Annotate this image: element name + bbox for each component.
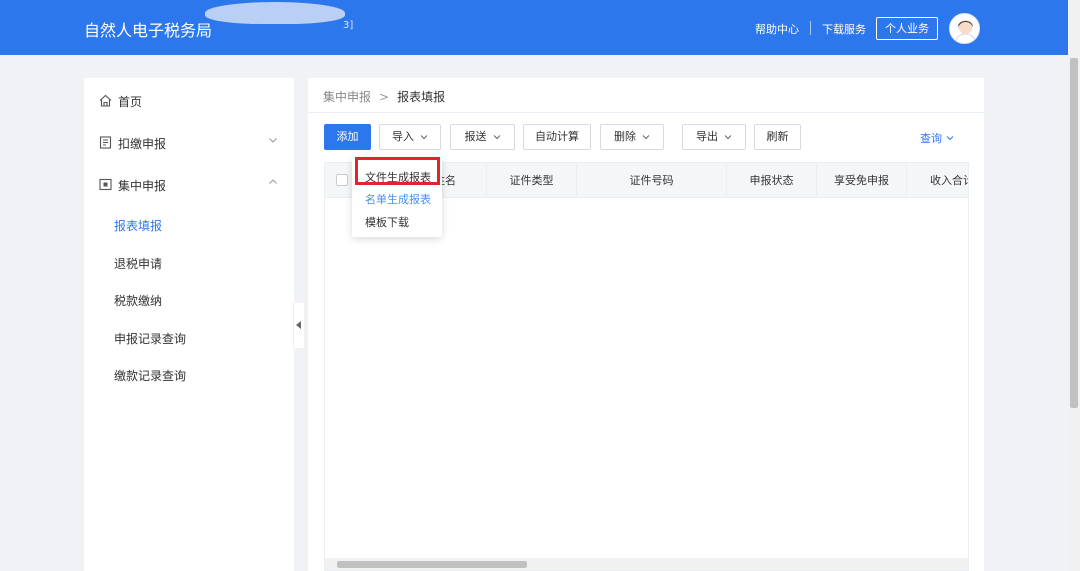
column-header-id-number[interactable]: 证件号码 <box>577 163 727 198</box>
breadcrumb-parent[interactable]: 集中申报 <box>323 90 371 104</box>
submit-label: 报送 <box>464 130 487 143</box>
header-divider <box>810 21 811 35</box>
download-service-link[interactable]: 下载服务 <box>822 21 866 37</box>
chevron-down-icon <box>493 135 500 140</box>
add-button[interactable]: 添加 <box>324 124 371 150</box>
submit-button[interactable]: 报送 <box>450 124 515 150</box>
site-title: 自然人电子税务局 <box>84 21 213 40</box>
sidebar-item-label: 首页 <box>118 95 143 109</box>
sidebar-subitem-refund[interactable]: 退税申请 <box>114 255 162 272</box>
document-icon <box>99 136 112 149</box>
sidebar-subitem-declaration-records[interactable]: 申报记录查询 <box>114 330 186 347</box>
breadcrumb: 集中申报 > 报表填报 <box>323 88 445 105</box>
chevron-down-icon <box>946 136 953 141</box>
sidebar-subitem-payment-records[interactable]: 缴款记录查询 <box>114 367 186 384</box>
help-center-link[interactable]: 帮助中心 <box>755 21 799 37</box>
chevron-down-icon <box>420 135 428 140</box>
chevron-down-icon <box>642 135 650 140</box>
page-scrollbar-thumb[interactable] <box>1070 58 1078 408</box>
column-header-income-total[interactable]: 收入合计 <box>907 163 968 198</box>
blurred-text: 3] <box>343 20 354 31</box>
table-scrollbar-thumb[interactable] <box>337 561 527 568</box>
home-icon <box>99 94 112 107</box>
sidebar-item-centralized[interactable]: 集中申报 <box>84 170 294 200</box>
column-header-exempt[interactable]: 享受免申报 <box>817 163 907 198</box>
main-panel: 集中申报 > 报表填报 添加 导入 报送 自动计算 删除 导出 刷新 查询 姓名 证… <box>308 78 984 571</box>
sidebar-item-label: 集中申报 <box>118 179 167 193</box>
top-header: 自然人电子税务局 3] 帮助中心 下载服务 个人业务 <box>0 0 1068 55</box>
auto-calculate-button[interactable]: 自动计算 <box>523 124 591 150</box>
sidebar-item-home[interactable]: 首页 <box>84 86 294 116</box>
delete-button[interactable]: 删除 <box>600 124 664 150</box>
query-toggle[interactable]: 查询 <box>920 130 954 146</box>
column-header-id-type[interactable]: 证件类型 <box>487 163 577 198</box>
breadcrumb-current: 报表填报 <box>397 90 446 104</box>
menu-item-template-download[interactable]: 模板下载 <box>365 214 409 230</box>
avatar[interactable] <box>949 13 980 44</box>
page-scrollbar[interactable] <box>1068 0 1080 571</box>
import-button[interactable]: 导入 <box>379 124 441 150</box>
select-all-checkbox[interactable] <box>336 174 348 186</box>
export-button[interactable]: 导出 <box>682 124 746 150</box>
breadcrumb-separator: > <box>379 90 390 104</box>
personal-business-button[interactable]: 个人业务 <box>876 17 938 40</box>
caret-left-icon <box>296 321 301 329</box>
highlight-annotation-box <box>355 157 440 185</box>
chevron-down-icon <box>724 135 732 140</box>
delete-label: 删除 <box>614 130 636 143</box>
menu-item-list-generate[interactable]: 名单生成报表 <box>365 191 431 207</box>
report-icon <box>99 178 112 191</box>
sidebar-item-label: 扣缴申报 <box>118 137 167 151</box>
sidebar-subitem-report-fill[interactable]: 报表填报 <box>114 217 162 234</box>
chevron-up-icon <box>269 179 277 184</box>
refresh-button[interactable]: 刷新 <box>754 124 801 150</box>
blurred-overlay <box>205 2 345 24</box>
sidebar-subitem-tax-payment[interactable]: 税款缴纳 <box>114 292 162 309</box>
query-label: 查询 <box>920 132 942 145</box>
sidebar: 首页 扣缴申报 集中申报 报表填报 退税申请 税款缴纳 申报记录查询 缴款记录查… <box>84 78 294 571</box>
import-label: 导入 <box>392 130 414 143</box>
export-label: 导出 <box>696 130 718 143</box>
divider <box>308 112 984 113</box>
column-header-status[interactable]: 申报状态 <box>727 163 817 198</box>
sidebar-collapse-toggle[interactable] <box>293 303 304 348</box>
chevron-down-icon <box>269 138 277 143</box>
sidebar-item-withholding[interactable]: 扣缴申报 <box>84 128 294 158</box>
table-horizontal-scrollbar[interactable] <box>325 558 968 570</box>
